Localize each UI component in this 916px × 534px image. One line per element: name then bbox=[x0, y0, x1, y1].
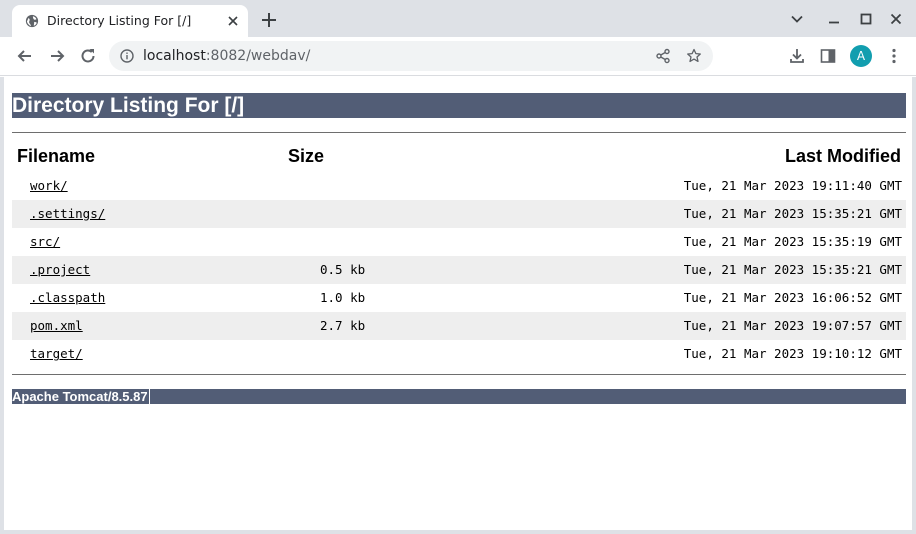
share-icon[interactable] bbox=[655, 48, 671, 64]
file-link[interactable]: work/ bbox=[30, 178, 68, 193]
file-link[interactable]: .classpath bbox=[30, 290, 105, 305]
table-row: work/Tue, 21 Mar 2023 19:11:40 GMT bbox=[12, 172, 906, 200]
file-link[interactable]: .project bbox=[30, 262, 90, 277]
table-row: .settings/Tue, 21 Mar 2023 15:35:21 GMT bbox=[12, 200, 906, 228]
file-link[interactable]: .settings/ bbox=[30, 206, 105, 221]
file-link[interactable]: target/ bbox=[30, 346, 83, 361]
column-header-last-modified: Last Modified bbox=[785, 146, 901, 166]
file-link[interactable]: src/ bbox=[30, 234, 60, 249]
tab-title: Directory Listing For [/] bbox=[47, 13, 192, 28]
column-header-filename: Filename bbox=[17, 146, 96, 166]
page-content: Directory Listing For [/] Filename Size … bbox=[0, 77, 916, 534]
url-text[interactable]: localhost:8082/webdav/ bbox=[143, 48, 310, 64]
file-size: 1.0 kb bbox=[320, 290, 366, 305]
address-bar[interactable]: localhost:8082/webdav/ bbox=[109, 41, 713, 71]
table-row: target/Tue, 21 Mar 2023 19:10:12 GMT bbox=[12, 340, 906, 368]
close-window-icon[interactable] bbox=[887, 10, 905, 28]
reload-icon[interactable] bbox=[78, 46, 98, 66]
maximize-icon[interactable] bbox=[857, 10, 875, 28]
server-version: Apache Tomcat/8.5.87 bbox=[12, 389, 150, 404]
star-icon[interactable] bbox=[686, 48, 702, 64]
file-last-modified: Tue, 21 Mar 2023 19:10:12 GMT bbox=[683, 346, 902, 361]
file-last-modified: Tue, 21 Mar 2023 15:35:21 GMT bbox=[683, 206, 902, 221]
url-host: localhost bbox=[143, 48, 206, 64]
table-row: .classpath 1.0 kb Tue, 21 Mar 2023 16:06:5… bbox=[12, 284, 906, 312]
kebab-menu-icon[interactable] bbox=[885, 47, 903, 65]
divider bbox=[12, 132, 906, 133]
url-path: :8082/webdav/ bbox=[205, 48, 311, 64]
file-last-modified: Tue, 21 Mar 2023 19:07:57 GMT bbox=[683, 318, 902, 333]
close-icon[interactable] bbox=[226, 14, 240, 28]
table-row: .project 0.5 kb Tue, 21 Mar 2023 15:35:21 … bbox=[12, 256, 906, 284]
table-row: pom.xml 2.7 kb Tue, 21 Mar 2023 19:07:57 G… bbox=[12, 312, 906, 340]
file-last-modified: Tue, 21 Mar 2023 15:35:21 GMT bbox=[683, 262, 902, 277]
download-icon[interactable] bbox=[788, 47, 806, 65]
file-size: 0.5 kb bbox=[320, 262, 366, 277]
profile-avatar[interactable]: A bbox=[850, 45, 872, 67]
footer-bar: Apache Tomcat/8.5.87 bbox=[12, 389, 906, 404]
file-size: 2.7 kb bbox=[320, 318, 366, 333]
browser-toolbar: localhost:8082/webdav/ A bbox=[0, 37, 916, 76]
table-row: src/Tue, 21 Mar 2023 15:35:19 GMT bbox=[12, 228, 906, 256]
file-link[interactable]: pom.xml bbox=[30, 318, 83, 333]
page-title: Directory Listing For [/] bbox=[12, 93, 906, 118]
browser-tab[interactable]: Directory Listing For [/] bbox=[12, 5, 248, 37]
globe-icon bbox=[25, 14, 39, 28]
file-last-modified: Tue, 21 Mar 2023 19:11:40 GMT bbox=[683, 178, 902, 193]
column-header-size: Size bbox=[288, 146, 325, 166]
plus-icon[interactable] bbox=[260, 11, 278, 29]
divider bbox=[12, 374, 906, 375]
arrow-right-icon[interactable] bbox=[47, 46, 67, 66]
info-icon[interactable] bbox=[120, 49, 134, 63]
side-panel-icon[interactable] bbox=[819, 47, 837, 65]
file-last-modified: Tue, 21 Mar 2023 15:35:19 GMT bbox=[683, 234, 902, 249]
arrow-left-icon[interactable] bbox=[15, 46, 35, 66]
file-last-modified: Tue, 21 Mar 2023 16:06:52 GMT bbox=[683, 290, 902, 305]
chevron-down-icon[interactable] bbox=[788, 10, 806, 28]
minimize-icon[interactable] bbox=[825, 10, 843, 28]
tab-strip: Directory Listing For [/] bbox=[0, 0, 916, 37]
